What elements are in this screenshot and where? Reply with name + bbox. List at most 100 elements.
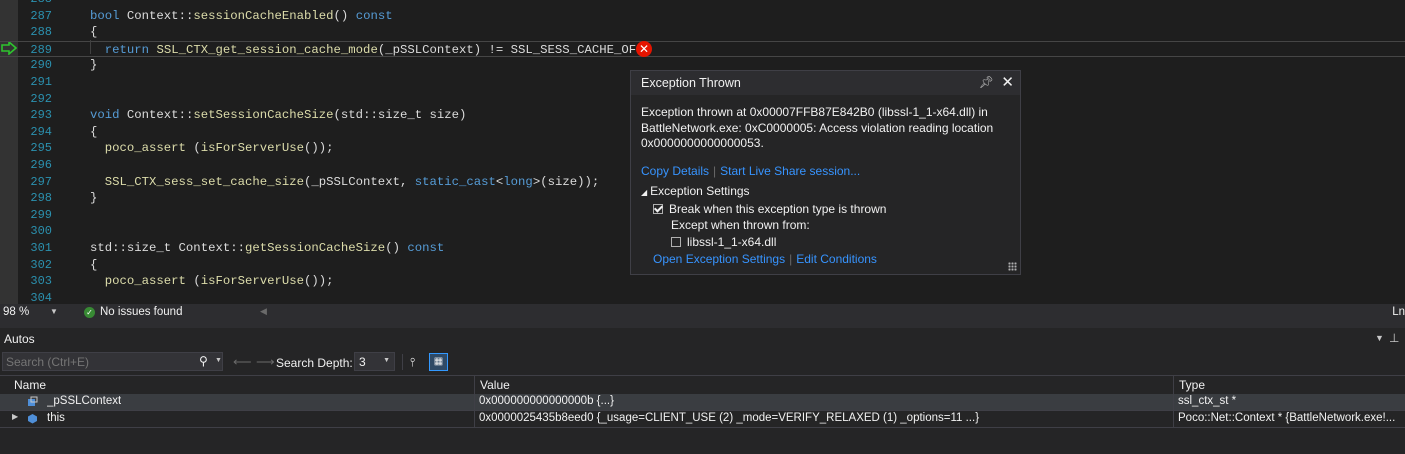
search-depth-label: Search Depth:	[276, 356, 353, 370]
zoom-level[interactable]: 98 %	[3, 306, 29, 318]
exception-message-line: 0x0000000000000053.	[641, 136, 764, 150]
view-options-icon[interactable]: ▦	[429, 353, 448, 371]
line-number: 294	[30, 124, 52, 139]
code-text[interactable]: return SSL_CTX_get_session_cache_mode(_p…	[90, 42, 651, 59]
close-icon[interactable]: ✕	[1001, 73, 1014, 91]
search-options-dropdown-icon[interactable]: ▼	[215, 357, 222, 364]
autos-title[interactable]: Autos	[4, 332, 35, 346]
issues-status[interactable]: No issues found	[100, 306, 182, 318]
check-circle-icon: ✓	[84, 307, 95, 318]
table-row[interactable]: _pSSLContext 0x000000000000000b {...} ss…	[0, 394, 1405, 411]
module-exclusion-checkbox[interactable]: libssl-1_1-x64.dll	[671, 235, 776, 249]
search-box[interactable]: ⚲ ▼	[2, 352, 223, 371]
live-share-link[interactable]: Start Live Share session...	[720, 164, 860, 178]
code-token: bool	[90, 8, 120, 23]
variable-value[interactable]: 0x000000000000000b {...}	[479, 395, 1169, 407]
exception-settings-toggle[interactable]: ◢ Exception Settings	[641, 184, 750, 198]
checkbox-checked-icon[interactable]	[653, 204, 663, 214]
search-icon[interactable]: ⚲	[199, 354, 208, 368]
search-depth-value: 3	[359, 355, 366, 369]
copy-details-link[interactable]: Copy Details	[641, 164, 709, 178]
line-number: 299	[30, 207, 52, 222]
code-text[interactable]: {	[90, 124, 97, 141]
code-text[interactable]: void Context::setSessionCacheSize(std::s…	[90, 107, 466, 124]
exception-message: Exception thrown at 0x00007FFB87E842B0 (…	[641, 105, 1011, 152]
line-number: 287	[30, 8, 52, 23]
exception-message-line: Exception thrown at 0x00007FFB87E842B0 (…	[641, 105, 988, 119]
code-token: (	[185, 141, 201, 156]
line-number: 295	[30, 141, 52, 156]
code-text[interactable]: }	[90, 57, 97, 74]
code-token: isForServerUse	[200, 141, 305, 156]
search-input[interactable]	[6, 354, 191, 370]
pin-source-icon[interactable]: ⫯	[410, 355, 415, 370]
code-token: return	[104, 42, 150, 57]
code-line[interactable]: 289 return SSL_CTX_get_session_cache_mod…	[0, 40, 1405, 59]
code-text[interactable]: poco_assert (isForServerUse());	[90, 140, 334, 157]
line-number: 300	[30, 224, 52, 239]
exception-title: Exception Thrown	[641, 76, 741, 90]
code-text[interactable]: SSL_CTX_sess_set_cache_size(_pSSLContext…	[90, 174, 599, 191]
code-token: static_cast	[414, 174, 496, 189]
collapse-triangle-icon: ◢	[641, 188, 648, 197]
autos-toolbar: ⚲ ▼ ⟵ ⟶ Search Depth: 3 ▼ ⫯ ▦	[0, 350, 1405, 374]
search-previous-icon[interactable]: ⟵	[233, 354, 252, 370]
line-number: 291	[30, 75, 52, 89]
column-header-value[interactable]: Value	[480, 378, 510, 392]
code-line[interactable]: 288 {	[0, 24, 1405, 41]
resize-grip-icon[interactable]	[1008, 262, 1017, 271]
search-next-icon[interactable]: ⟶	[256, 354, 275, 370]
panel-splitter[interactable]	[0, 322, 1405, 328]
break-when-thrown-checkbox[interactable]: Break when this exception type is thrown	[653, 202, 886, 216]
code-token: (std::size_t size)	[333, 108, 467, 123]
table-row[interactable]: ▶ this 0x0000025435b8eed0 {_usage=CLIENT…	[0, 411, 1405, 428]
code-token: {	[90, 257, 98, 272]
column-header-name[interactable]: Name	[14, 378, 46, 392]
pointer-variable-icon	[28, 396, 38, 406]
code-line[interactable]: 288	[0, 0, 1405, 8]
zoom-dropdown-icon[interactable]: ▼	[50, 307, 58, 316]
line-number: 292	[30, 91, 52, 106]
column-header-type[interactable]: Type	[1179, 378, 1205, 392]
open-exception-settings-link[interactable]: Open Exception Settings	[653, 252, 785, 266]
code-line[interactable]: 304	[0, 290, 1405, 304]
search-depth-select[interactable]: 3 ▼	[354, 352, 395, 371]
code-line[interactable]: 287 bool Context::sessionCacheEnabled() c…	[0, 8, 1405, 25]
pin-icon[interactable]: ⊥	[1389, 331, 1399, 345]
column-divider	[1173, 394, 1174, 411]
code-line[interactable]: 303 poco_assert (isForServerUse());	[0, 273, 1405, 290]
code-text[interactable]: }	[90, 190, 97, 207]
error-icon[interactable]: ✕	[636, 41, 652, 57]
column-divider[interactable]	[474, 376, 475, 394]
line-number: 288	[30, 25, 52, 40]
line-number: 303	[30, 274, 52, 289]
code-token: getSessionCacheSize	[244, 241, 386, 255]
window-menu-icon[interactable]: ▼	[1375, 333, 1384, 343]
code-text[interactable]: {	[90, 24, 97, 41]
variable-value[interactable]: 0x0000025435b8eed0 {_usage=CLIENT_USE (2…	[479, 412, 1169, 424]
code-text[interactable]: poco_assert (isForServerUse());	[90, 273, 334, 290]
code-token: {	[90, 25, 98, 40]
editor-status-bar: 98 % ▼ ✓ No issues found ◀ Ln	[0, 304, 1405, 322]
code-token: void	[90, 108, 120, 123]
edit-conditions-link[interactable]: Edit Conditions	[796, 252, 877, 266]
code-text[interactable]: {	[90, 257, 97, 274]
checkbox-unchecked-icon[interactable]	[671, 237, 681, 247]
scroll-left-icon[interactable]: ◀	[260, 306, 267, 317]
object-variable-icon	[28, 414, 37, 424]
expand-arrow-icon[interactable]: ▶	[12, 412, 18, 421]
code-text[interactable]: bool Context::sessionCacheEnabled() cons…	[90, 8, 393, 25]
code-token: }	[90, 191, 98, 206]
column-divider	[474, 394, 475, 411]
break-when-thrown-label: Break when this exception type is thrown	[669, 202, 887, 216]
column-divider[interactable]	[1173, 376, 1174, 394]
line-indicator[interactable]: Ln	[1392, 306, 1405, 318]
autos-window: Autos ▼ ⊥ ⚲ ▼ ⟵ ⟶ Search Depth: 3 ▼ ⫯ ▦ …	[0, 322, 1405, 454]
pin-icon[interactable]: 📌︎	[979, 75, 994, 89]
code-token: (	[185, 274, 201, 289]
code-token: poco_assert	[104, 274, 186, 289]
code-text[interactable]: std::size_t Context::getSessionCacheSize…	[90, 240, 444, 257]
column-divider	[474, 411, 475, 428]
